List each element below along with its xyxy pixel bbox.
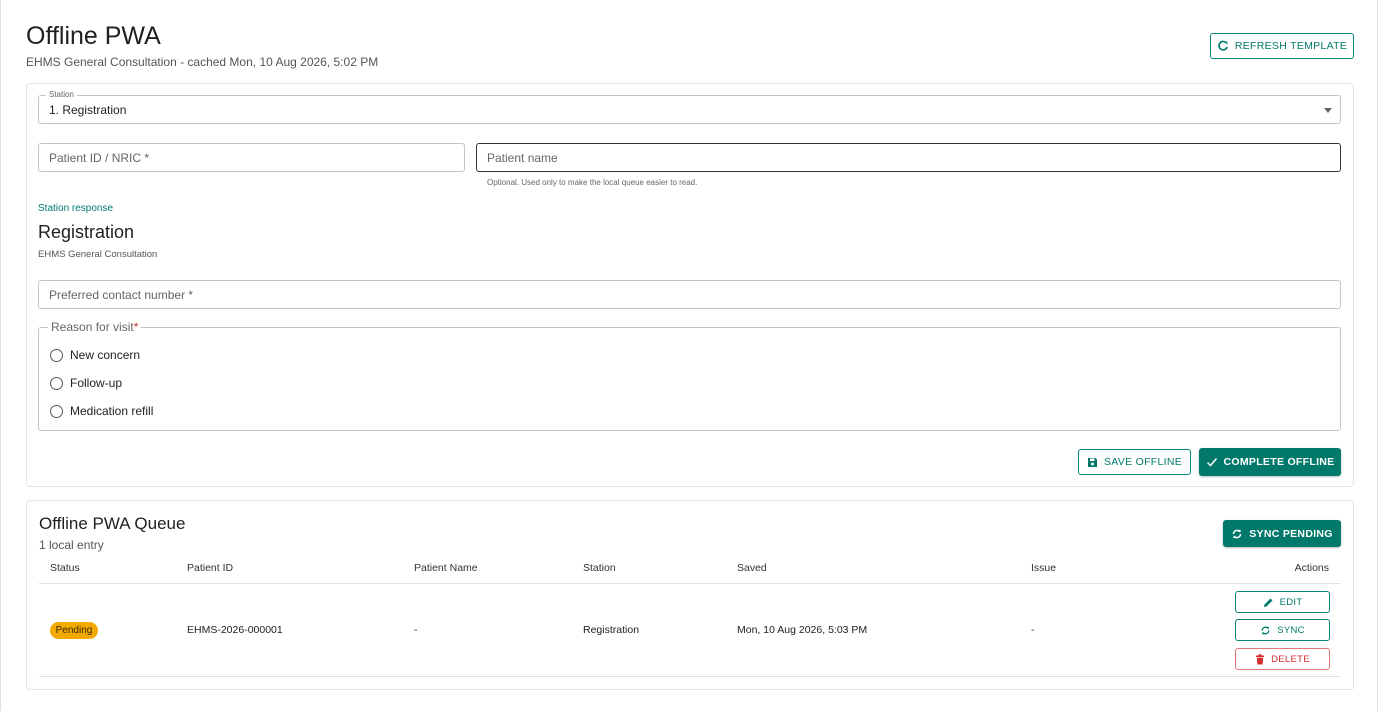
status-badge: Pending bbox=[50, 622, 98, 639]
sync-pending-label: SYNC PENDING bbox=[1249, 527, 1333, 540]
complete-offline-label: COMPLETE OFFLINE bbox=[1223, 456, 1335, 468]
radio-follow-up[interactable]: Follow-up bbox=[50, 376, 122, 390]
required-marker: * bbox=[133, 320, 139, 334]
reason-for-visit-group: Reason for visit* New concern Follow-up … bbox=[38, 320, 1341, 431]
edit-entry-button[interactable]: EDIT bbox=[1235, 591, 1330, 613]
station-select-label: Station bbox=[46, 90, 77, 99]
radio-circle-icon bbox=[50, 376, 63, 390]
pencil-icon bbox=[1263, 598, 1273, 607]
column-header-issue: Issue bbox=[1031, 562, 1057, 574]
queue-title: Offline PWA Queue bbox=[39, 514, 186, 533]
radio-medication-refill-label: Medication refill bbox=[70, 404, 154, 418]
refresh-template-label: REFRESH TEMPLATE bbox=[1234, 40, 1348, 52]
radio-medication-refill[interactable]: Medication refill bbox=[50, 404, 153, 418]
cell-saved: Mon, 10 Aug 2026, 5:03 PM bbox=[737, 624, 868, 636]
refresh-template-button[interactable]: REFRESH TEMPLATE bbox=[1210, 33, 1354, 59]
cell-issue: - bbox=[1031, 624, 1035, 636]
edit-label: EDIT bbox=[1279, 596, 1303, 608]
complete-offline-button[interactable]: COMPLETE OFFLINE bbox=[1199, 448, 1341, 476]
contact-number-input[interactable]: Preferred contact number * bbox=[38, 280, 1341, 309]
patient-name-placeholder: Patient name bbox=[487, 150, 558, 165]
column-header-patient-name: Patient Name bbox=[414, 562, 478, 574]
column-header-saved: Saved bbox=[737, 562, 767, 574]
check-icon bbox=[1206, 458, 1217, 467]
radio-new-concern[interactable]: New concern bbox=[50, 348, 140, 362]
sync-label: SYNC bbox=[1277, 624, 1305, 636]
radio-circle-icon bbox=[50, 348, 63, 362]
patient-id-input[interactable]: Patient ID / NRIC * bbox=[38, 143, 465, 172]
sync-pending-button[interactable]: SYNC PENDING bbox=[1223, 520, 1341, 547]
column-header-station: Station bbox=[583, 562, 616, 574]
column-header-status: Status bbox=[50, 562, 80, 574]
table-header-divider bbox=[39, 583, 1341, 584]
delete-entry-button[interactable]: DELETE bbox=[1235, 648, 1330, 670]
refresh-icon bbox=[1218, 40, 1228, 51]
page-title: Offline PWA bbox=[26, 22, 161, 50]
patient-name-input[interactable]: Patient name bbox=[476, 143, 1341, 172]
station-select-value: 1. Registration bbox=[49, 103, 127, 117]
caret-down-icon bbox=[1324, 108, 1332, 113]
patient-name-helper: Optional. Used only to make the local qu… bbox=[487, 178, 698, 187]
queue-entry-count: 1 local entry bbox=[39, 538, 104, 552]
reason-for-visit-legend: Reason for visit* bbox=[48, 320, 142, 334]
station-section-title: Registration bbox=[38, 222, 135, 242]
patient-id-placeholder: Patient ID / NRIC * bbox=[49, 150, 150, 165]
sync-entry-button[interactable]: SYNC bbox=[1235, 619, 1330, 641]
save-icon bbox=[1087, 457, 1097, 467]
column-header-patient-id: Patient ID bbox=[187, 562, 234, 574]
sync-icon bbox=[1261, 625, 1270, 635]
save-offline-label: SAVE OFFLINE bbox=[1103, 456, 1183, 468]
trash-icon bbox=[1256, 653, 1265, 664]
radio-circle-icon bbox=[50, 404, 63, 418]
radio-new-concern-label: New concern bbox=[70, 348, 141, 362]
column-header-actions: Actions bbox=[1294, 562, 1329, 574]
app-frame: Offline PWA EHMS General Consultation - … bbox=[0, 0, 1378, 711]
table-row-divider bbox=[39, 676, 1341, 677]
delete-label: DELETE bbox=[1271, 653, 1310, 665]
cell-station: Registration bbox=[583, 624, 640, 636]
save-offline-button[interactable]: SAVE OFFLINE bbox=[1078, 449, 1191, 475]
cell-patient-name: - bbox=[414, 624, 418, 636]
station-response-label: Station response bbox=[38, 203, 114, 214]
station-section-subtitle: EHMS General Consultation bbox=[38, 249, 158, 260]
sync-icon bbox=[1233, 529, 1242, 538]
cell-patient-id: EHMS-2026-000001 bbox=[187, 624, 283, 636]
station-select[interactable]: Station 1. Registration bbox=[38, 90, 1341, 124]
offline-queue-card bbox=[26, 500, 1354, 690]
contact-number-placeholder: Preferred contact number * bbox=[49, 287, 194, 302]
reason-legend-text: Reason for visit bbox=[51, 320, 134, 334]
radio-follow-up-label: Follow-up bbox=[70, 376, 123, 390]
template-cache-info: EHMS General Consultation - cached Mon, … bbox=[26, 55, 379, 69]
